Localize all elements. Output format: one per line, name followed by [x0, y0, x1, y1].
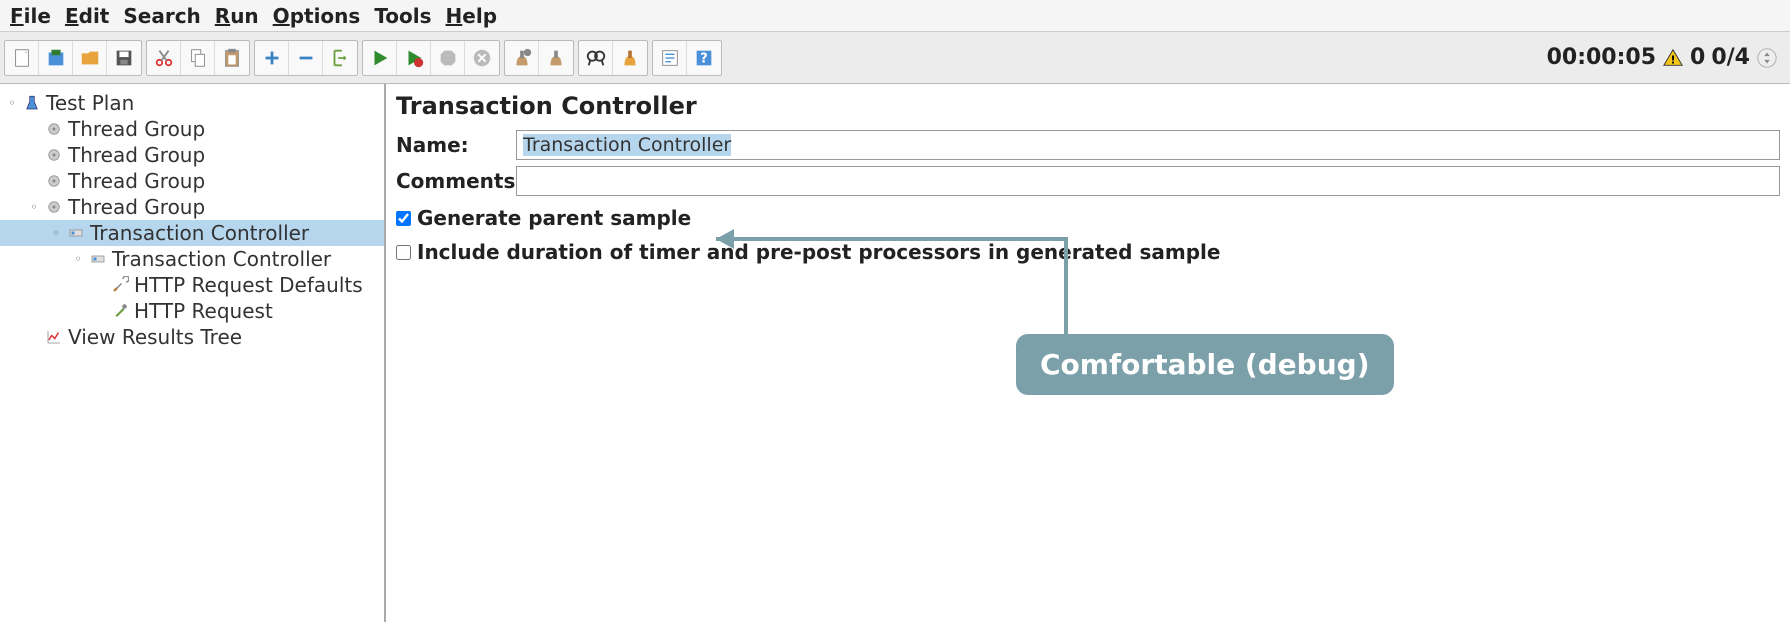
tree-label: Thread Group	[68, 117, 205, 141]
name-label: Name:	[396, 133, 516, 157]
pipette-icon	[110, 301, 130, 321]
start-button[interactable]	[363, 41, 397, 75]
add-button[interactable]	[255, 41, 289, 75]
include-duration-label: Include duration of timer and pre-post p…	[417, 240, 1220, 264]
tree-label: Thread Group	[68, 195, 205, 219]
svg-text:?: ?	[700, 51, 707, 66]
panel-title: Transaction Controller	[396, 92, 1780, 120]
tree-thread-group-4[interactable]: ◦ Thread Group	[0, 194, 384, 220]
start-no-timers-button[interactable]	[397, 41, 431, 75]
menu-edit[interactable]: Edit	[59, 2, 115, 30]
gear-icon	[44, 197, 64, 217]
elapsed-time: 00:00:05	[1547, 45, 1656, 70]
chart-icon	[44, 327, 64, 347]
shutdown-button[interactable]	[465, 41, 499, 75]
menubar: File Edit Search Run Options Tools Help	[0, 0, 1790, 32]
tree-http-request-defaults[interactable]: HTTP Request Defaults	[0, 272, 384, 298]
open-button[interactable]	[73, 41, 107, 75]
save-button[interactable]	[107, 41, 141, 75]
tree-label: Transaction Controller	[90, 221, 309, 245]
main-area: ◦ Test Plan Thread Group Thread Group Th…	[0, 84, 1790, 622]
tree-label: View Results Tree	[68, 325, 242, 349]
function-helper-button[interactable]	[653, 41, 687, 75]
tree-thread-group-3[interactable]: Thread Group	[0, 168, 384, 194]
copy-button[interactable]	[181, 41, 215, 75]
tree-toggle-icon[interactable]: ◦	[72, 252, 84, 266]
search-button[interactable]	[579, 41, 613, 75]
gear-icon	[44, 145, 64, 165]
stop-button[interactable]	[431, 41, 465, 75]
warning-count: 0	[1690, 45, 1705, 70]
remove-button[interactable]	[289, 41, 323, 75]
gear-icon	[44, 171, 64, 191]
menu-tools[interactable]: Tools	[368, 2, 437, 30]
beaker-icon	[22, 93, 42, 113]
tree-label: Test Plan	[46, 91, 134, 115]
clear-all-button[interactable]	[539, 41, 573, 75]
menu-file[interactable]: File	[4, 2, 57, 30]
tree-label: Transaction Controller	[112, 247, 331, 271]
help-button[interactable]: ?	[687, 41, 721, 75]
tree-thread-group-2[interactable]: Thread Group	[0, 142, 384, 168]
tree-label: HTTP Request	[134, 299, 273, 323]
tree-toggle-icon[interactable]: ◦	[50, 226, 62, 240]
tree-label: HTTP Request Defaults	[134, 273, 363, 297]
menu-search[interactable]: Search	[117, 2, 206, 30]
tree-transaction-controller-2[interactable]: ◦ Transaction Controller	[0, 246, 384, 272]
annotation-callout: Comfortable (debug)	[1016, 334, 1394, 395]
menu-options[interactable]: Options	[267, 2, 367, 30]
cut-button[interactable]	[147, 41, 181, 75]
tree-transaction-controller-1[interactable]: ◦ Transaction Controller	[0, 220, 384, 246]
paste-button[interactable]	[215, 41, 249, 75]
toolbar-status: 00:00:05 ! 0 0/4	[1547, 45, 1786, 70]
tree-thread-group-1[interactable]: Thread Group	[0, 116, 384, 142]
new-button[interactable]	[5, 41, 39, 75]
svg-text:!: !	[1671, 53, 1676, 66]
name-input[interactable]: Transaction Controller	[516, 130, 1780, 160]
templates-button[interactable]	[39, 41, 73, 75]
tree-label: Thread Group	[68, 169, 205, 193]
tree-view-results-tree[interactable]: View Results Tree	[0, 324, 384, 350]
include-duration-checkbox[interactable]	[396, 245, 411, 260]
tree-http-request[interactable]: HTTP Request	[0, 298, 384, 324]
tree-label: Thread Group	[68, 143, 205, 167]
reset-search-button[interactable]	[613, 41, 647, 75]
comments-input[interactable]	[516, 166, 1780, 196]
tree-test-plan[interactable]: ◦ Test Plan	[0, 90, 384, 116]
controller-icon	[66, 223, 86, 243]
tree-toggle-icon[interactable]: ◦	[6, 96, 18, 110]
warning-icon: !	[1662, 47, 1684, 69]
generate-parent-label: Generate parent sample	[417, 206, 691, 230]
menu-help[interactable]: Help	[440, 2, 504, 30]
thread-count: 0/4	[1711, 45, 1750, 70]
annotation-text: Comfortable (debug)	[1040, 348, 1370, 381]
tree-toggle-icon[interactable]: ◦	[28, 200, 40, 214]
menu-run[interactable]: Run	[209, 2, 265, 30]
generate-parent-checkbox[interactable]	[396, 211, 411, 226]
comments-label: Comments:	[396, 169, 516, 193]
controller-icon	[88, 249, 108, 269]
wrench-icon	[110, 275, 130, 295]
gear-icon	[44, 119, 64, 139]
content-panel: Transaction Controller Name: Transaction…	[386, 84, 1790, 622]
tree-panel[interactable]: ◦ Test Plan Thread Group Thread Group Th…	[0, 84, 386, 622]
collapse-icon[interactable]	[1756, 47, 1778, 69]
clear-button[interactable]	[505, 41, 539, 75]
expand-button[interactable]	[323, 41, 357, 75]
toolbar: ? 00:00:05 ! 0 0/4	[0, 32, 1790, 84]
